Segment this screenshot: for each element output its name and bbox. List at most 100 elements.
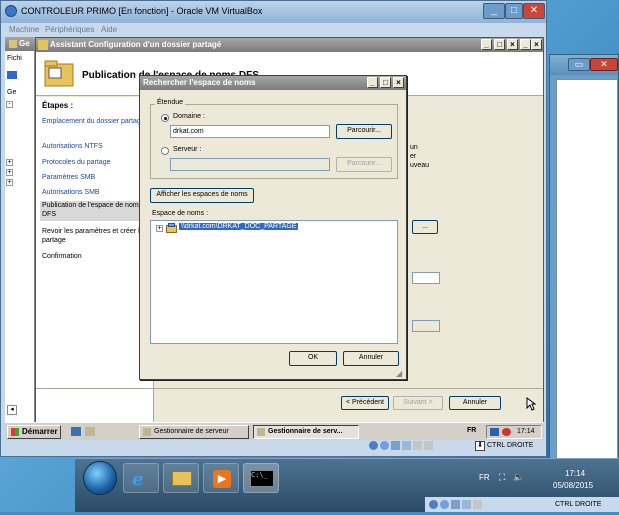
task-label-1: Gestionnaire de serveur	[154, 428, 229, 435]
windows-flag-icon	[11, 428, 19, 436]
step-dfs-publishing[interactable]: Publication de l'espace de noms DFS	[40, 201, 152, 221]
tree-expander-1[interactable]: -	[6, 101, 13, 108]
resize-grip-icon[interactable]: ◢	[396, 369, 402, 378]
virtualbox-titlebar[interactable]: CONTROLEUR PRIMO [En fonction] - Oracle …	[1, 1, 546, 23]
namespace-item-selected[interactable]: \\drkat.com\DRKAT_DOC_PARTAGE	[179, 223, 299, 230]
guest-start-button[interactable]: Démarrer	[7, 425, 61, 439]
windows-start-icon[interactable]	[83, 461, 117, 495]
host-clock-date[interactable]: 05/08/2015	[553, 481, 593, 490]
wizard-minimize-button[interactable]: _	[481, 39, 492, 50]
dialog-close-button[interactable]: ×	[393, 77, 404, 88]
domain-radio[interactable]	[161, 114, 169, 122]
body-browse-button-fragment[interactable]: ...	[412, 220, 438, 234]
command-prompt-icon[interactable]: C:\_	[243, 463, 279, 493]
network-icon[interactable]: ⛶	[499, 472, 505, 483]
vbox-minimize-button[interactable]: _	[483, 3, 505, 19]
step-share-location[interactable]: Emplacement du dossier partagé	[40, 117, 152, 126]
server-manager-titlebar[interactable]: Ge	[5, 37, 35, 51]
server-input	[170, 158, 330, 171]
host-key-label: CTRL DROITE	[555, 501, 602, 508]
guest-network-icon[interactable]	[490, 428, 499, 436]
host-key-arrow-icon: ⬇	[475, 441, 485, 451]
guest-clock[interactable]: 17:14	[517, 426, 535, 438]
step-confirmation[interactable]: Confirmation	[40, 252, 152, 261]
wizard-maximize-button[interactable]: □	[494, 39, 505, 50]
dialog-minimize-button[interactable]: _	[367, 77, 378, 88]
domain-browse-button[interactable]: Parcourir...	[336, 124, 392, 139]
secondary-vbox-window[interactable]: ▭ ✕	[549, 54, 619, 464]
host-clock-time[interactable]: 17:14	[565, 469, 585, 478]
step-share-protocols[interactable]: Protocoles du partage	[40, 158, 152, 167]
step-smb-permissions[interactable]: Autorisations SMB	[40, 188, 152, 197]
task-label-2: Gestionnaire de serv...	[268, 428, 343, 435]
step-smb-settings[interactable]: Paramètres SMB	[40, 173, 152, 182]
server-browse-button: Parcourir...	[336, 157, 392, 172]
wizard-cancel-button[interactable]: Annuler	[449, 396, 501, 410]
outer-close-button[interactable]: ×	[531, 39, 542, 50]
virtualbox-statusbar: ⬇ CTRL DROITE	[5, 440, 544, 453]
scroll-left-arrow[interactable]: ◂	[7, 405, 17, 415]
show-namespaces-button[interactable]: Afficher les espaces de noms	[150, 188, 254, 203]
dialog-maximize-button[interactable]: □	[380, 77, 391, 88]
namespace-icon	[166, 223, 177, 233]
guest-system-tray: 17:14	[486, 425, 542, 439]
wizard-titlebar[interactable]: Assistant Configuration d'un dossier par…	[36, 38, 543, 52]
previous-button[interactable]: < Précédent	[341, 396, 389, 410]
tree-root[interactable]: Ge	[7, 89, 16, 96]
host-language-indicator[interactable]: FR	[479, 473, 490, 482]
media-player-icon[interactable]: ▶	[203, 463, 239, 493]
step-review-settings[interactable]: Revoir les paramètres et créer le partag…	[40, 227, 152, 245]
internet-explorer-icon[interactable]: e	[123, 463, 159, 493]
domain-label: Domaine :	[173, 113, 205, 120]
tree-expander-3[interactable]: +	[6, 169, 13, 176]
namespace-label: Espace de noms :	[152, 210, 209, 217]
secondary-close-button[interactable]: ✕	[590, 58, 618, 71]
server-manager-tree[interactable]: Fichi Ge - + + + ◂	[5, 51, 35, 422]
domain-input[interactable]: drkat.com	[170, 125, 330, 138]
namespace-expander[interactable]: +	[156, 225, 163, 232]
secondary-window-content	[556, 79, 618, 463]
dialog-ok-button[interactable]: OK	[289, 351, 337, 366]
wizard-close-button[interactable]: ×	[507, 39, 518, 50]
steps-title: Étapes :	[42, 101, 74, 110]
back-arrow-icon[interactable]	[7, 71, 17, 79]
task-icon	[257, 428, 265, 436]
browse-namespace-dialog[interactable]: Rechercher l'espace de noms _ □ × Étendu…	[139, 75, 407, 380]
wizard-footer: < Précédent Suivant > Annuler	[36, 388, 543, 424]
scope-group-label: Étendue	[155, 99, 186, 106]
vm-status-icons	[369, 441, 433, 452]
wizard-steps-pane: Étapes : Emplacement du dossier partagé …	[36, 97, 154, 423]
namespace-tree[interactable]: + \\drkat.com\DRKAT_DOC_PARTAGE	[150, 220, 398, 344]
menu-devices[interactable]: Périphériques	[45, 25, 94, 34]
outer-minimize-button[interactable]: _	[520, 39, 531, 50]
server-manager-menu-file[interactable]: Fichi	[7, 55, 22, 62]
vbox-close-button[interactable]: ✕	[523, 3, 545, 19]
dialog-titlebar[interactable]: Rechercher l'espace de noms _ □ ×	[140, 76, 406, 90]
server-radio[interactable]	[161, 147, 169, 155]
guest-alert-icon[interactable]	[502, 428, 511, 436]
task-server-manager-1[interactable]: Gestionnaire de serveur	[139, 425, 249, 439]
file-explorer-icon[interactable]	[163, 463, 199, 493]
virtualbox-menubar: Machine Périphériques Aide	[5, 23, 544, 37]
dialog-cancel-button[interactable]: Annuler	[343, 351, 399, 366]
body-path-field-fragment[interactable]	[412, 272, 440, 284]
menu-machine[interactable]: Machine	[9, 25, 39, 34]
server-manager-title: Ge	[19, 39, 30, 48]
wizard-folder-icon	[38, 40, 48, 50]
volume-icon[interactable]: 🔈	[513, 472, 524, 483]
show-desktop-icon[interactable]	[71, 427, 81, 436]
wizard-title: Assistant Configuration d'un dossier par…	[50, 40, 222, 49]
vbox-maximize-button[interactable]: □	[505, 3, 523, 19]
step-ntfs-permissions[interactable]: Autorisations NTFS	[40, 142, 152, 151]
guest-language-indicator[interactable]: FR	[467, 427, 476, 434]
next-button[interactable]: Suivant >	[393, 396, 443, 410]
menu-help[interactable]: Aide	[101, 25, 117, 34]
tree-expander-4[interactable]: +	[6, 179, 13, 186]
secondary-minimize-button[interactable]: ▭	[568, 58, 590, 71]
dialog-title: Rechercher l'espace de noms	[143, 78, 256, 87]
task-server-manager-2[interactable]: Gestionnaire de serv...	[253, 425, 359, 439]
task-icon	[143, 428, 151, 436]
quicklaunch-server-manager-icon[interactable]	[85, 427, 95, 436]
tree-expander-2[interactable]: +	[6, 159, 13, 166]
host-taskbar: e ▶ C:\_ FR ⛶ 🔈 17:14 05/08/2015 CTRL DR…	[75, 458, 619, 512]
